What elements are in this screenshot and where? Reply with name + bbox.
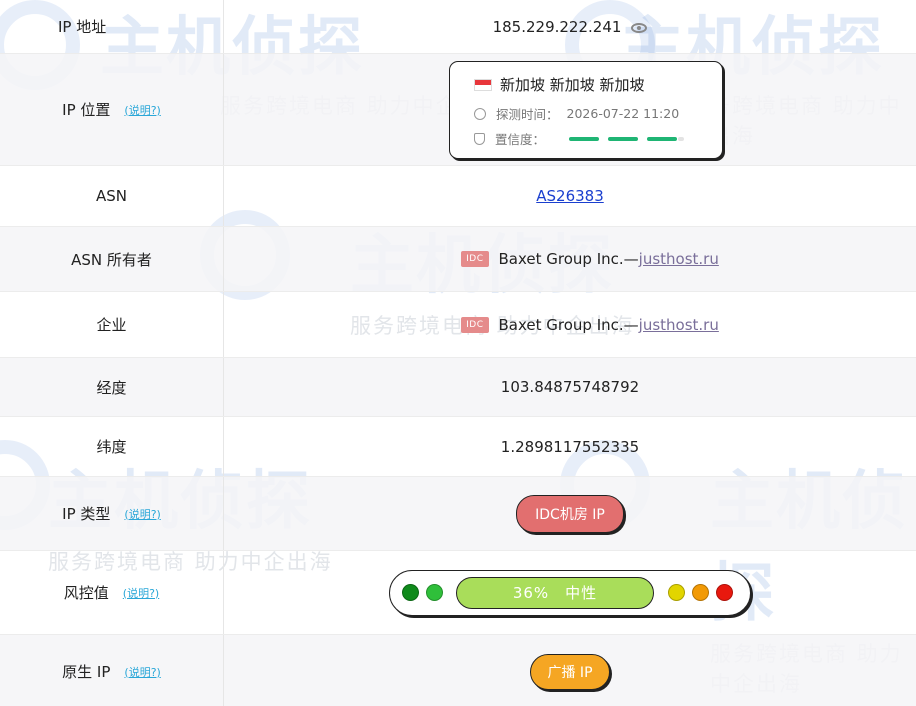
detect-time-value: 2026-07-22 11:20 xyxy=(566,106,680,121)
row-label: IP 类型 (说明?) xyxy=(0,477,224,550)
row-asn-owner: ASN 所有者 IDC Baxet Group Inc.— justhost.r… xyxy=(0,227,916,292)
location-card: 新加坡 新加坡 新加坡 探测时间： 2026-07-22 11:20 置信度： xyxy=(449,61,723,159)
row-value: IDC Baxet Group Inc.— justhost.ru xyxy=(224,292,916,357)
risk-percent: 36% xyxy=(512,583,550,602)
longitude-value: 103.84875748792 xyxy=(500,378,640,396)
help-link[interactable]: (说明?) xyxy=(124,102,160,118)
ip-address-value: 185.229.222.241 xyxy=(492,17,622,36)
company-label: 企业 xyxy=(96,316,127,334)
eye-icon[interactable] xyxy=(631,22,648,33)
help-link[interactable]: (说明?) xyxy=(124,506,160,522)
row-label: IP 地址 xyxy=(0,0,224,53)
risk-dot-green xyxy=(426,584,443,601)
row-longitude: 经度 103.84875748792 xyxy=(0,358,916,417)
idc-badge: IDC xyxy=(461,251,489,267)
row-label: ASN xyxy=(0,166,224,226)
row-value: 185.229.222.241 xyxy=(224,0,916,53)
ip-location-label: IP 位置 xyxy=(62,101,111,119)
confidence-segment xyxy=(608,136,639,141)
risk-dot-orange xyxy=(692,584,709,601)
row-value: 36% 中性 xyxy=(224,551,916,634)
ip-type-pill: IDC机房 IP xyxy=(516,494,624,533)
confidence-label: 置信度： xyxy=(495,132,546,147)
row-value: 103.84875748792 xyxy=(224,358,916,416)
longitude-label: 经度 xyxy=(96,378,127,397)
row-value: AS26383 xyxy=(224,166,916,226)
row-label: 经度 xyxy=(0,358,224,416)
asn-owner-org: Baxet Group Inc.— xyxy=(498,250,639,268)
row-risk: 风控值 (说明?) 36% 中性 xyxy=(0,551,916,635)
confidence-segment xyxy=(647,136,678,141)
detect-time-label: 探测时间： xyxy=(496,107,559,122)
row-ip-type: IP 类型 (说明?) IDC机房 IP xyxy=(0,477,916,551)
clock-icon xyxy=(474,107,486,120)
asn-link[interactable]: AS26383 xyxy=(536,187,604,205)
row-native-ip: 原生 IP (说明?) 广播 IP xyxy=(0,635,916,706)
risk-level: 中性 xyxy=(565,584,598,602)
company-org: Baxet Group Inc.— xyxy=(498,315,639,334)
row-value: 新加坡 新加坡 新加坡 探测时间： 2026-07-22 11:20 置信度： xyxy=(224,54,916,165)
help-link[interactable]: (说明?) xyxy=(124,664,160,680)
native-ip-pill: 广播 IP xyxy=(530,653,610,690)
confidence-bar xyxy=(569,136,685,141)
row-value: 广播 IP xyxy=(224,635,916,706)
latitude-value: 1.2898117552335 xyxy=(500,437,640,456)
risk-dot-red xyxy=(716,584,733,601)
row-label: 风控值 (说明?) xyxy=(0,551,224,634)
native-ip-label: 原生 IP xyxy=(62,663,111,681)
row-label: IP 位置 (说明?) xyxy=(0,54,224,165)
row-value: IDC机房 IP xyxy=(224,477,916,550)
ip-info-table: IP 地址 185.229.222.241 IP 位置 (说明?) 新加坡 新加… xyxy=(0,0,916,706)
risk-dot-dark-green xyxy=(402,584,419,601)
help-link[interactable]: (说明?) xyxy=(123,585,159,601)
row-ip-location: IP 位置 (说明?) 新加坡 新加坡 新加坡 探测时间： 2026-07-22… xyxy=(0,54,916,166)
confidence-segment xyxy=(569,136,600,141)
ip-type-label: IP 类型 xyxy=(62,505,111,523)
risk-meter: 36% 中性 xyxy=(389,569,751,616)
ip-address-label: IP 地址 xyxy=(58,18,107,36)
asn-owner-label: ASN 所有者 xyxy=(71,250,152,269)
row-ip-address: IP 地址 185.229.222.241 xyxy=(0,0,916,54)
risk-label: 风控值 xyxy=(63,584,109,602)
row-label: ASN 所有者 xyxy=(0,227,224,291)
row-value: 1.2898117552335 xyxy=(224,417,916,476)
asn-label: ASN xyxy=(95,187,127,205)
idc-badge: IDC xyxy=(461,316,489,333)
shield-icon xyxy=(474,132,485,145)
row-label: 原生 IP (说明?) xyxy=(0,635,224,706)
row-asn: ASN AS26383 xyxy=(0,166,916,227)
risk-bar: 36% 中性 xyxy=(456,576,654,609)
row-label: 纬度 xyxy=(0,417,224,476)
row-label: 企业 xyxy=(0,292,224,357)
row-company: 企业 IDC Baxet Group Inc.— justhost.ru xyxy=(0,292,916,358)
risk-dot-yellow xyxy=(668,584,685,601)
singapore-flag-icon xyxy=(474,78,492,91)
confidence-segment xyxy=(678,136,685,141)
asn-owner-domain-link[interactable]: justhost.ru xyxy=(639,250,719,268)
company-domain-link[interactable]: justhost.ru xyxy=(639,316,719,334)
latitude-label: 纬度 xyxy=(96,438,127,456)
row-value: IDC Baxet Group Inc.— justhost.ru xyxy=(224,227,916,291)
location-text: 新加坡 新加坡 新加坡 xyxy=(500,76,645,94)
row-latitude: 纬度 1.2898117552335 xyxy=(0,417,916,477)
